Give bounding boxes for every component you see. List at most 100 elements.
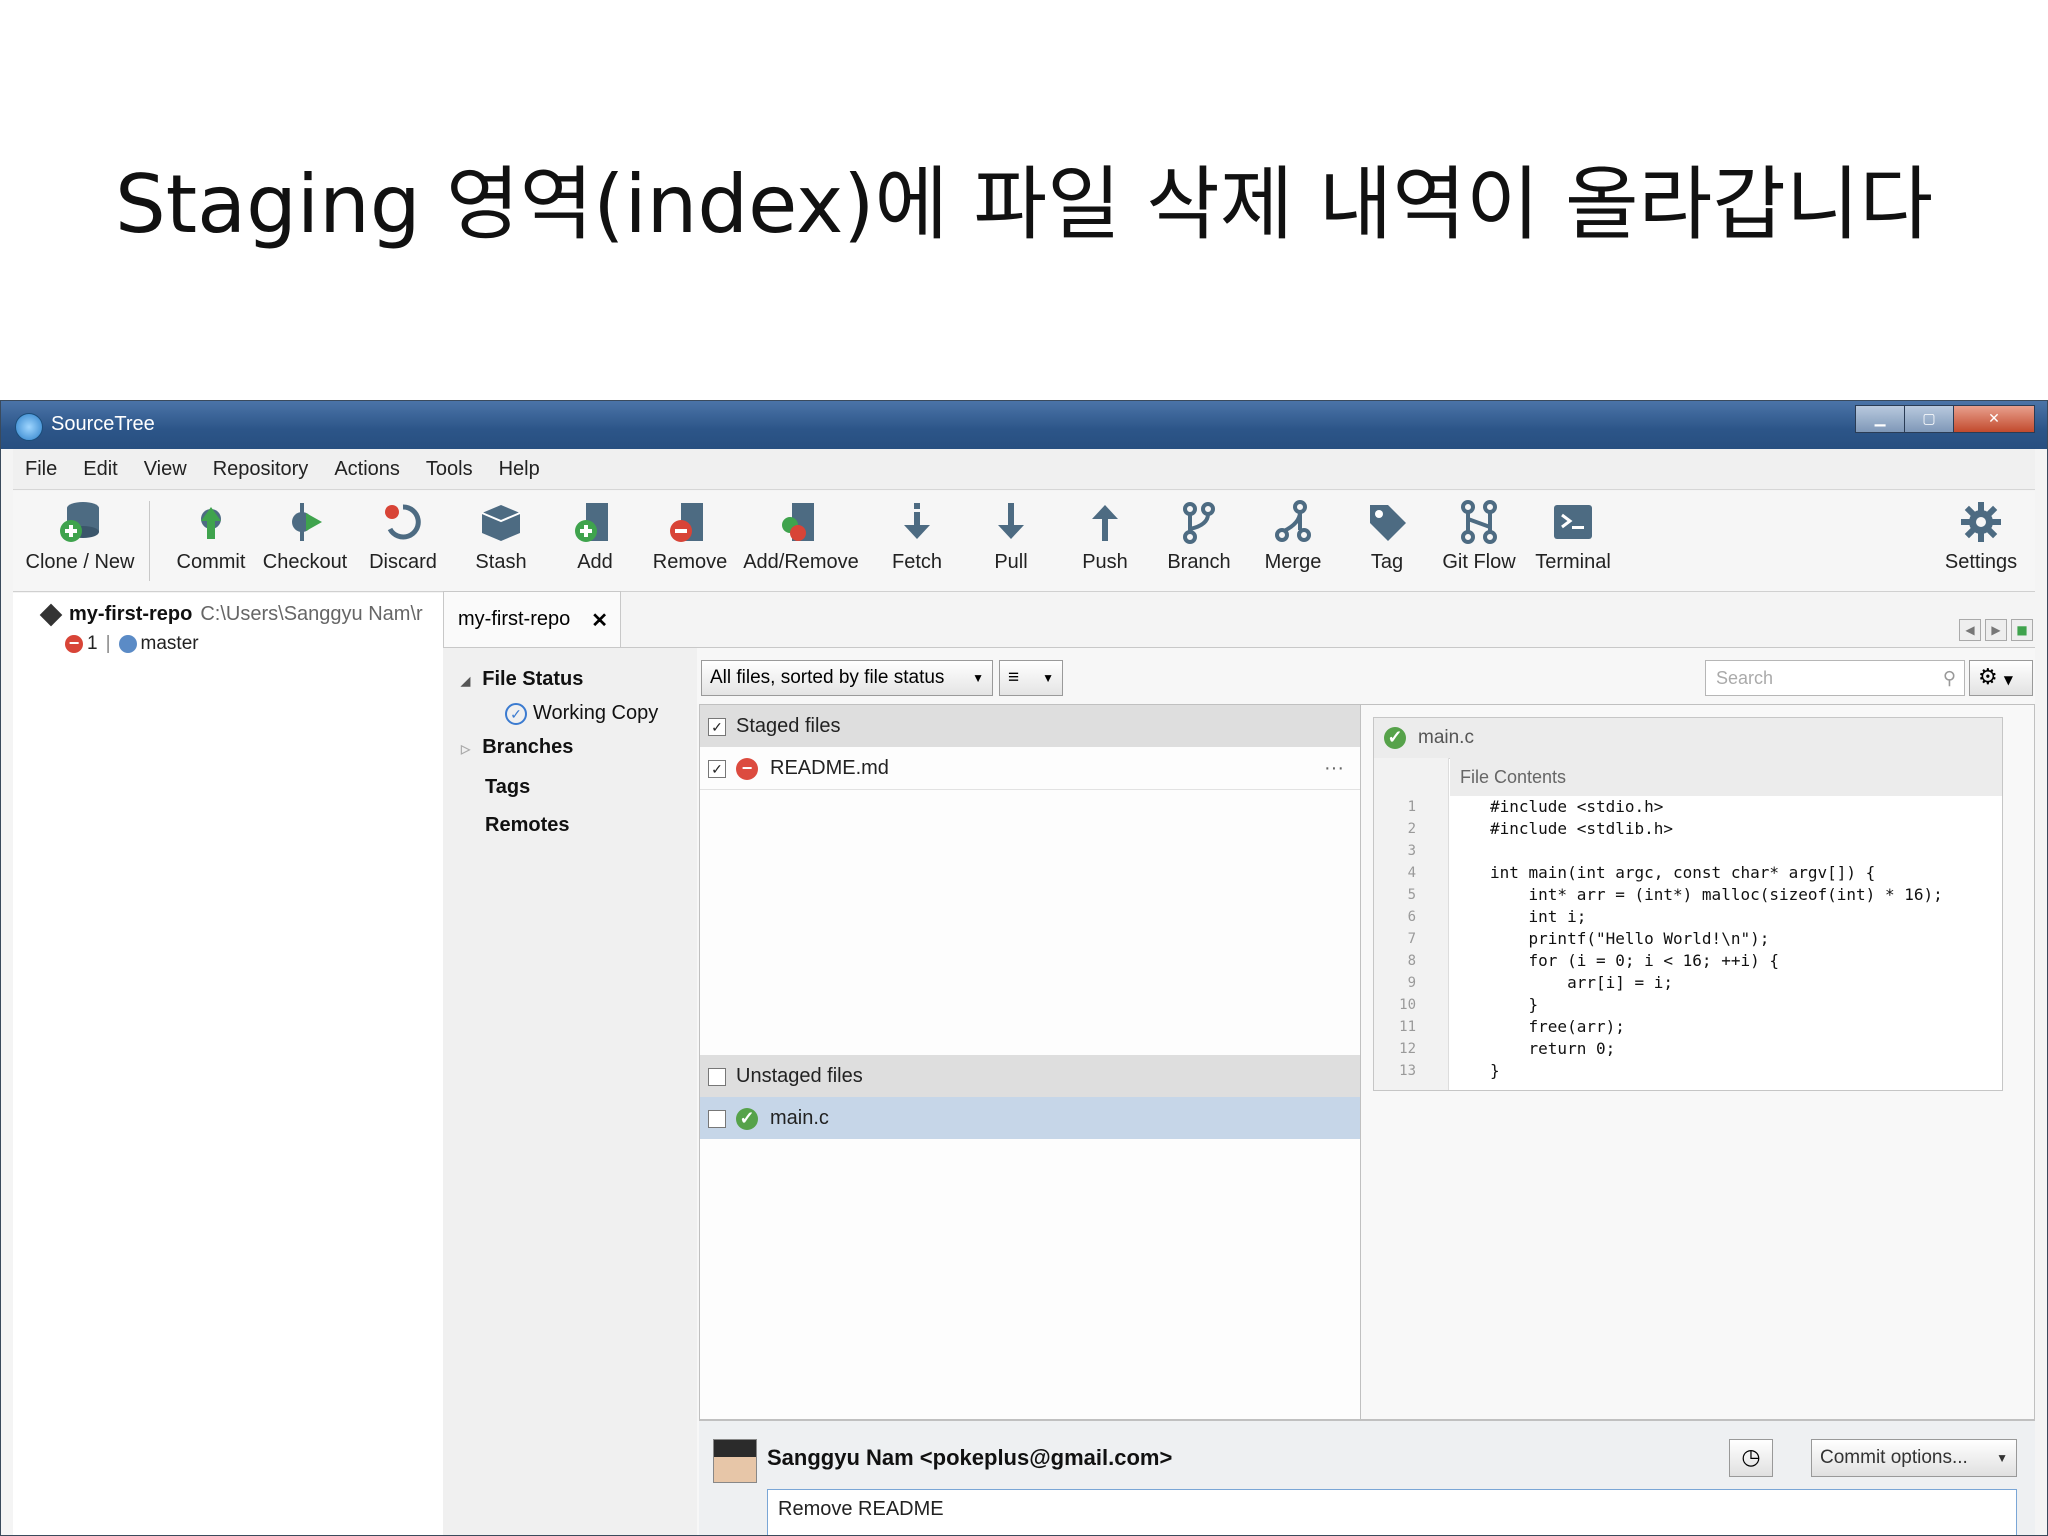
- code-line: 9 arr[i] = i;: [1374, 972, 2002, 994]
- branch-icon: [1176, 499, 1222, 545]
- add-label: Add: [577, 551, 613, 573]
- settings-button[interactable]: Settings: [1931, 499, 2031, 574]
- close-button[interactable]: ✕: [1953, 405, 2035, 433]
- nav-working-copy[interactable]: ✓ Working Copy: [505, 702, 658, 725]
- terminal-label: Terminal: [1535, 551, 1611, 573]
- code-line: 7 printf("Hello World!\n");: [1374, 928, 2002, 950]
- code-text: }: [1490, 1061, 1500, 1080]
- remove-label: Remove: [652, 551, 728, 573]
- staged-file-name: README.md: [770, 757, 889, 779]
- tab-label: my-first-repo: [458, 608, 571, 630]
- discard-button[interactable]: Discard: [353, 499, 453, 574]
- view-mode-dropdown[interactable]: ≡ ▼: [999, 660, 1063, 696]
- options-gear-dropdown[interactable]: ⚙ ▼: [1969, 660, 2033, 696]
- line-number: 13: [1399, 1063, 1416, 1079]
- code-line: 2 #include <stdlib.h>: [1374, 818, 2002, 840]
- line-number: 7: [1407, 931, 1416, 947]
- diff-file-header: ✓ main.c: [1374, 718, 2002, 759]
- repository-sidebar: my-first-repo C:\Users\Sanggyu Nam\r − 1 …: [13, 593, 443, 1535]
- code-line: 6 int i;: [1374, 906, 2002, 928]
- tag-icon: [1364, 499, 1410, 545]
- menu-tools[interactable]: Tools: [414, 458, 487, 481]
- maximize-button[interactable]: ▢: [1904, 405, 1954, 433]
- code-text: }: [1490, 995, 1539, 1014]
- git-flow-button[interactable]: Git Flow: [1429, 499, 1529, 574]
- commit-icon: [188, 499, 234, 545]
- staged-file-row[interactable]: ✓ − README.md ···: [700, 747, 1360, 790]
- staged-select-all-checkbox[interactable]: ✓: [708, 717, 726, 736]
- code-line: 11 free(arr);: [1374, 1016, 2002, 1038]
- terminal-button[interactable]: Terminal: [1521, 499, 1625, 574]
- staged-file-checkbox[interactable]: ✓: [708, 759, 726, 778]
- line-number: 1: [1407, 799, 1416, 815]
- fetch-button[interactable]: Fetch: [867, 499, 967, 574]
- chevron-down-icon: ▼: [1996, 1451, 2008, 1465]
- chevron-down-icon: ▼: [972, 671, 984, 685]
- pull-arrow-down-icon: [988, 499, 1034, 545]
- stash-button[interactable]: Stash: [451, 499, 551, 574]
- nav-branches[interactable]: ▷ Branches: [461, 736, 573, 759]
- discard-label: Discard: [369, 551, 437, 573]
- git-flow-icon: [1456, 499, 1502, 545]
- checkout-label: Checkout: [262, 551, 348, 573]
- clock-icon: ◷: [1741, 1445, 1761, 1470]
- window-controls: ▁ ▢ ✕: [1855, 405, 2035, 433]
- repo-path: C:\Users\Sanggyu Nam\r: [200, 603, 423, 625]
- menu-repository[interactable]: Repository: [201, 458, 323, 481]
- add-button[interactable]: Add: [545, 499, 645, 574]
- gear-icon: [1958, 499, 2004, 545]
- tab-close-icon[interactable]: ✕: [591, 608, 608, 633]
- commit-label: Commit: [176, 551, 246, 573]
- commit-message-input[interactable]: Remove README: [767, 1489, 2017, 1535]
- tag-button[interactable]: Tag: [1337, 499, 1437, 574]
- settings-label: Settings: [1944, 551, 2018, 573]
- menu-edit[interactable]: Edit: [71, 458, 131, 481]
- tab-my-first-repo[interactable]: my-first-repo ✕: [443, 591, 621, 647]
- push-button[interactable]: Push: [1055, 499, 1155, 574]
- commit-options-dropdown[interactable]: Commit options... ▼: [1811, 1439, 2017, 1477]
- removed-status-icon: −: [65, 634, 83, 653]
- menu-help[interactable]: Help: [487, 458, 554, 481]
- scroll-right-icon[interactable]: ▶: [1985, 619, 2007, 641]
- commit-button[interactable]: Commit: [161, 499, 261, 574]
- minimize-button[interactable]: ▁: [1855, 405, 1905, 433]
- pull-button[interactable]: Pull: [961, 499, 1061, 574]
- history-clock-button[interactable]: ◷: [1729, 1439, 1773, 1477]
- more-options-icon[interactable]: ···: [1324, 747, 1344, 789]
- repo-entry[interactable]: my-first-repo C:\Users\Sanggyu Nam\r: [39, 603, 423, 627]
- avatar: [713, 1439, 757, 1483]
- nav-working-copy-label: Working Copy: [533, 702, 659, 724]
- restore-tab-icon[interactable]: ■: [2011, 619, 2033, 641]
- git-flow-label: Git Flow: [1442, 551, 1516, 573]
- file-filter-dropdown[interactable]: All files, sorted by file status ▼: [701, 660, 993, 696]
- pull-label: Pull: [994, 551, 1028, 573]
- line-number: 6: [1407, 909, 1416, 925]
- nav-remotes[interactable]: Remotes: [485, 814, 569, 837]
- code-text: for (i = 0; i < 16; ++i) {: [1490, 951, 1779, 970]
- clone-new-button[interactable]: Clone / New: [15, 499, 145, 574]
- menu-file[interactable]: File: [13, 458, 71, 481]
- search-input[interactable]: Search ⚲: [1705, 660, 1965, 696]
- collapsed-triangle-icon: ▷: [461, 742, 471, 756]
- scroll-left-icon[interactable]: ◀: [1959, 619, 1981, 641]
- unstaged-select-all-checkbox[interactable]: [708, 1067, 726, 1086]
- terminal-icon: [1550, 499, 1596, 545]
- file-contents-header: File Contents: [1450, 758, 2002, 796]
- merge-button[interactable]: Merge: [1243, 499, 1343, 574]
- clean-status-icon: ✓: [736, 1107, 758, 1130]
- code-lines: 1 #include <stdio.h> 2 #include <stdlib.h> 3…: [1374, 796, 2002, 1082]
- code-text: arr[i] = i;: [1490, 973, 1674, 992]
- line-number: 5: [1407, 887, 1416, 903]
- menu-view[interactable]: View: [132, 458, 201, 481]
- line-number: 2: [1407, 821, 1416, 837]
- nav-tags[interactable]: Tags: [485, 776, 530, 799]
- nav-file-status[interactable]: ◢ File Status: [461, 668, 583, 691]
- menu-actions[interactable]: Actions: [322, 458, 414, 481]
- unstaged-file-checkbox[interactable]: [708, 1109, 726, 1128]
- branch-button[interactable]: Branch: [1149, 499, 1249, 574]
- line-number: 12: [1399, 1041, 1416, 1057]
- add-remove-button[interactable]: Add/Remove: [733, 499, 869, 574]
- checkout-button[interactable]: Checkout: [255, 499, 355, 574]
- remove-button[interactable]: Remove: [637, 499, 743, 574]
- unstaged-file-row[interactable]: ✓ main.c: [700, 1097, 1360, 1139]
